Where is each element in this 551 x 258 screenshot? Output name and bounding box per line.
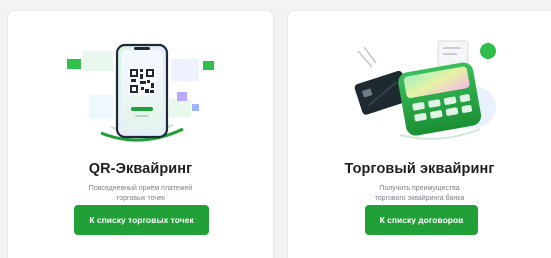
description-line: Получить преимущества [379,185,460,192]
card-description: Получить преимущества торгового эквайрин… [288,184,551,204]
card-title: Торговый эквайринг [344,161,495,177]
description-line: торговых точек [116,195,165,202]
qr-phone-illustration [8,37,273,149]
card-description: Повседневный приём платежей торговых точ… [8,184,273,204]
acquiring-page: QR-Эквайринг Повседневный приём платежей… [0,0,551,258]
qr-acquiring-card: QR-Эквайринг Повседневный приём платежей… [7,10,274,258]
pos-terminal-illustration [288,37,551,149]
description-line: торгового эквайринга банка [374,195,465,202]
contracts-list-button[interactable]: К списку договоров [365,205,478,235]
description-line: Повседневный приём платежей [88,185,193,192]
card-title: QR-Эквайринг [88,161,193,177]
trading-points-list-button[interactable]: К списку торговых точек [74,205,209,235]
trade-acquiring-card: Торговый эквайринг Получить преимущества… [287,10,551,258]
